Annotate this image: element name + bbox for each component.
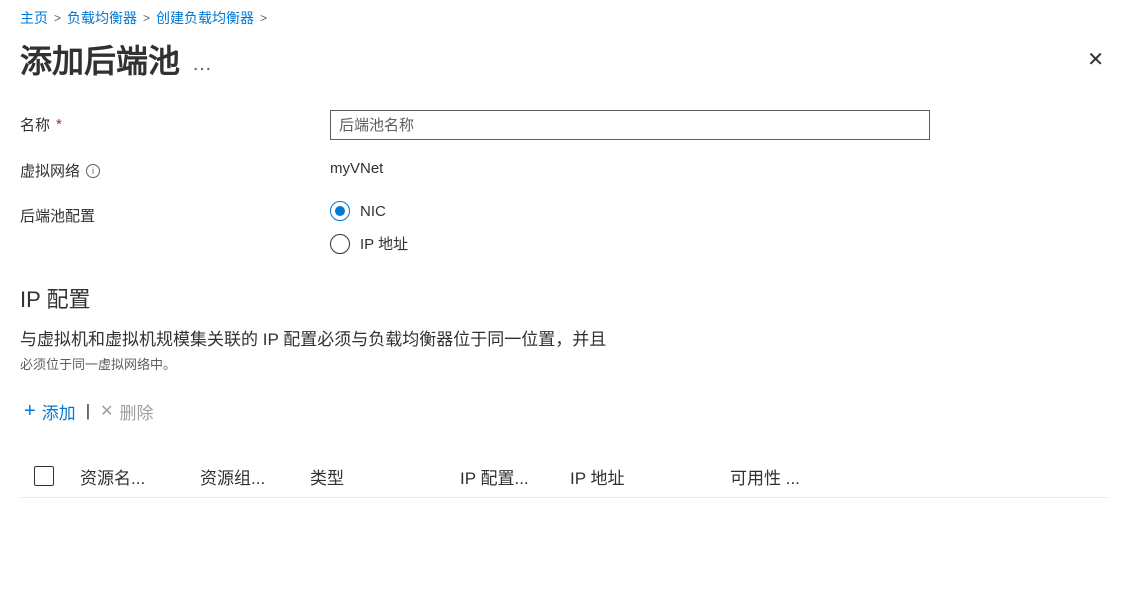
add-label: 添加 [42, 399, 76, 424]
breadcrumb-create-lb[interactable]: 创建负载均衡器 [156, 8, 254, 28]
ip-desc-2: 必须位于同一虚拟网络中。 [20, 354, 1108, 373]
section-heading-ip: IP 配置 [20, 282, 1108, 314]
radio-nic[interactable]: NIC [330, 201, 408, 221]
row-vnet: 虚拟网络 i myVNet [20, 156, 1108, 181]
name-input[interactable] [330, 110, 930, 140]
label-name: 名称 * [20, 110, 330, 135]
radio-nic-label: NIC [360, 203, 386, 220]
more-icon[interactable]: … [192, 43, 214, 76]
title-bar: 添加后端池 … ✕ [20, 36, 1108, 82]
close-icon[interactable]: ✕ [1083, 43, 1108, 76]
add-button[interactable]: + 添加 [20, 397, 80, 426]
info-icon[interactable]: i [86, 164, 100, 178]
radio-icon [330, 201, 350, 221]
chevron-right-icon: > [143, 11, 150, 25]
page-title: 添加后端池 [20, 36, 180, 82]
remove-label: 删除 [120, 399, 154, 424]
breadcrumb: 主页 > 负载均衡器 > 创建负载均衡器 > [20, 8, 1108, 28]
label-vnet: 虚拟网络 i [20, 156, 330, 181]
plus-icon: + [24, 400, 36, 423]
ip-desc-1: 与虚拟机和虚拟机规模集关联的 IP 配置必须与负载均衡器位于同一位置，并且 [20, 328, 1108, 352]
breadcrumb-load-balancer[interactable]: 负载均衡器 [67, 8, 137, 28]
col-resource-name[interactable]: 资源名... [80, 464, 200, 489]
x-icon: ✕ [100, 401, 113, 421]
row-name: 名称 * [20, 110, 1108, 140]
radio-ip-label: IP 地址 [360, 233, 408, 254]
remove-button[interactable]: ✕ 删除 [96, 397, 157, 426]
table-header: 资源名... 资源组... 类型 IP 配置... IP 地址 可用性 ... [20, 456, 1108, 498]
col-type[interactable]: 类型 [310, 464, 460, 489]
breadcrumb-home[interactable]: 主页 [20, 8, 48, 28]
col-resource-group[interactable]: 资源组... [200, 464, 310, 489]
chevron-right-icon: > [260, 11, 267, 25]
radio-group-config: NIC IP 地址 [330, 201, 408, 254]
checkbox-cell [20, 466, 80, 486]
row-config: 后端池配置 NIC IP 地址 [20, 201, 1108, 254]
chevron-right-icon: > [54, 11, 61, 25]
select-all-checkbox[interactable] [34, 466, 54, 486]
radio-icon [330, 234, 350, 254]
toolbar-separator: | [86, 401, 90, 421]
col-ip-addr[interactable]: IP 地址 [570, 464, 730, 489]
required-icon: * [56, 116, 62, 133]
toolbar: + 添加 | ✕ 删除 [20, 397, 1108, 426]
radio-ip[interactable]: IP 地址 [330, 233, 408, 254]
label-config: 后端池配置 [20, 201, 330, 226]
vnet-value: myVNet [330, 156, 383, 177]
col-ip-config[interactable]: IP 配置... [460, 464, 570, 489]
col-availability[interactable]: 可用性 ... [730, 464, 840, 489]
